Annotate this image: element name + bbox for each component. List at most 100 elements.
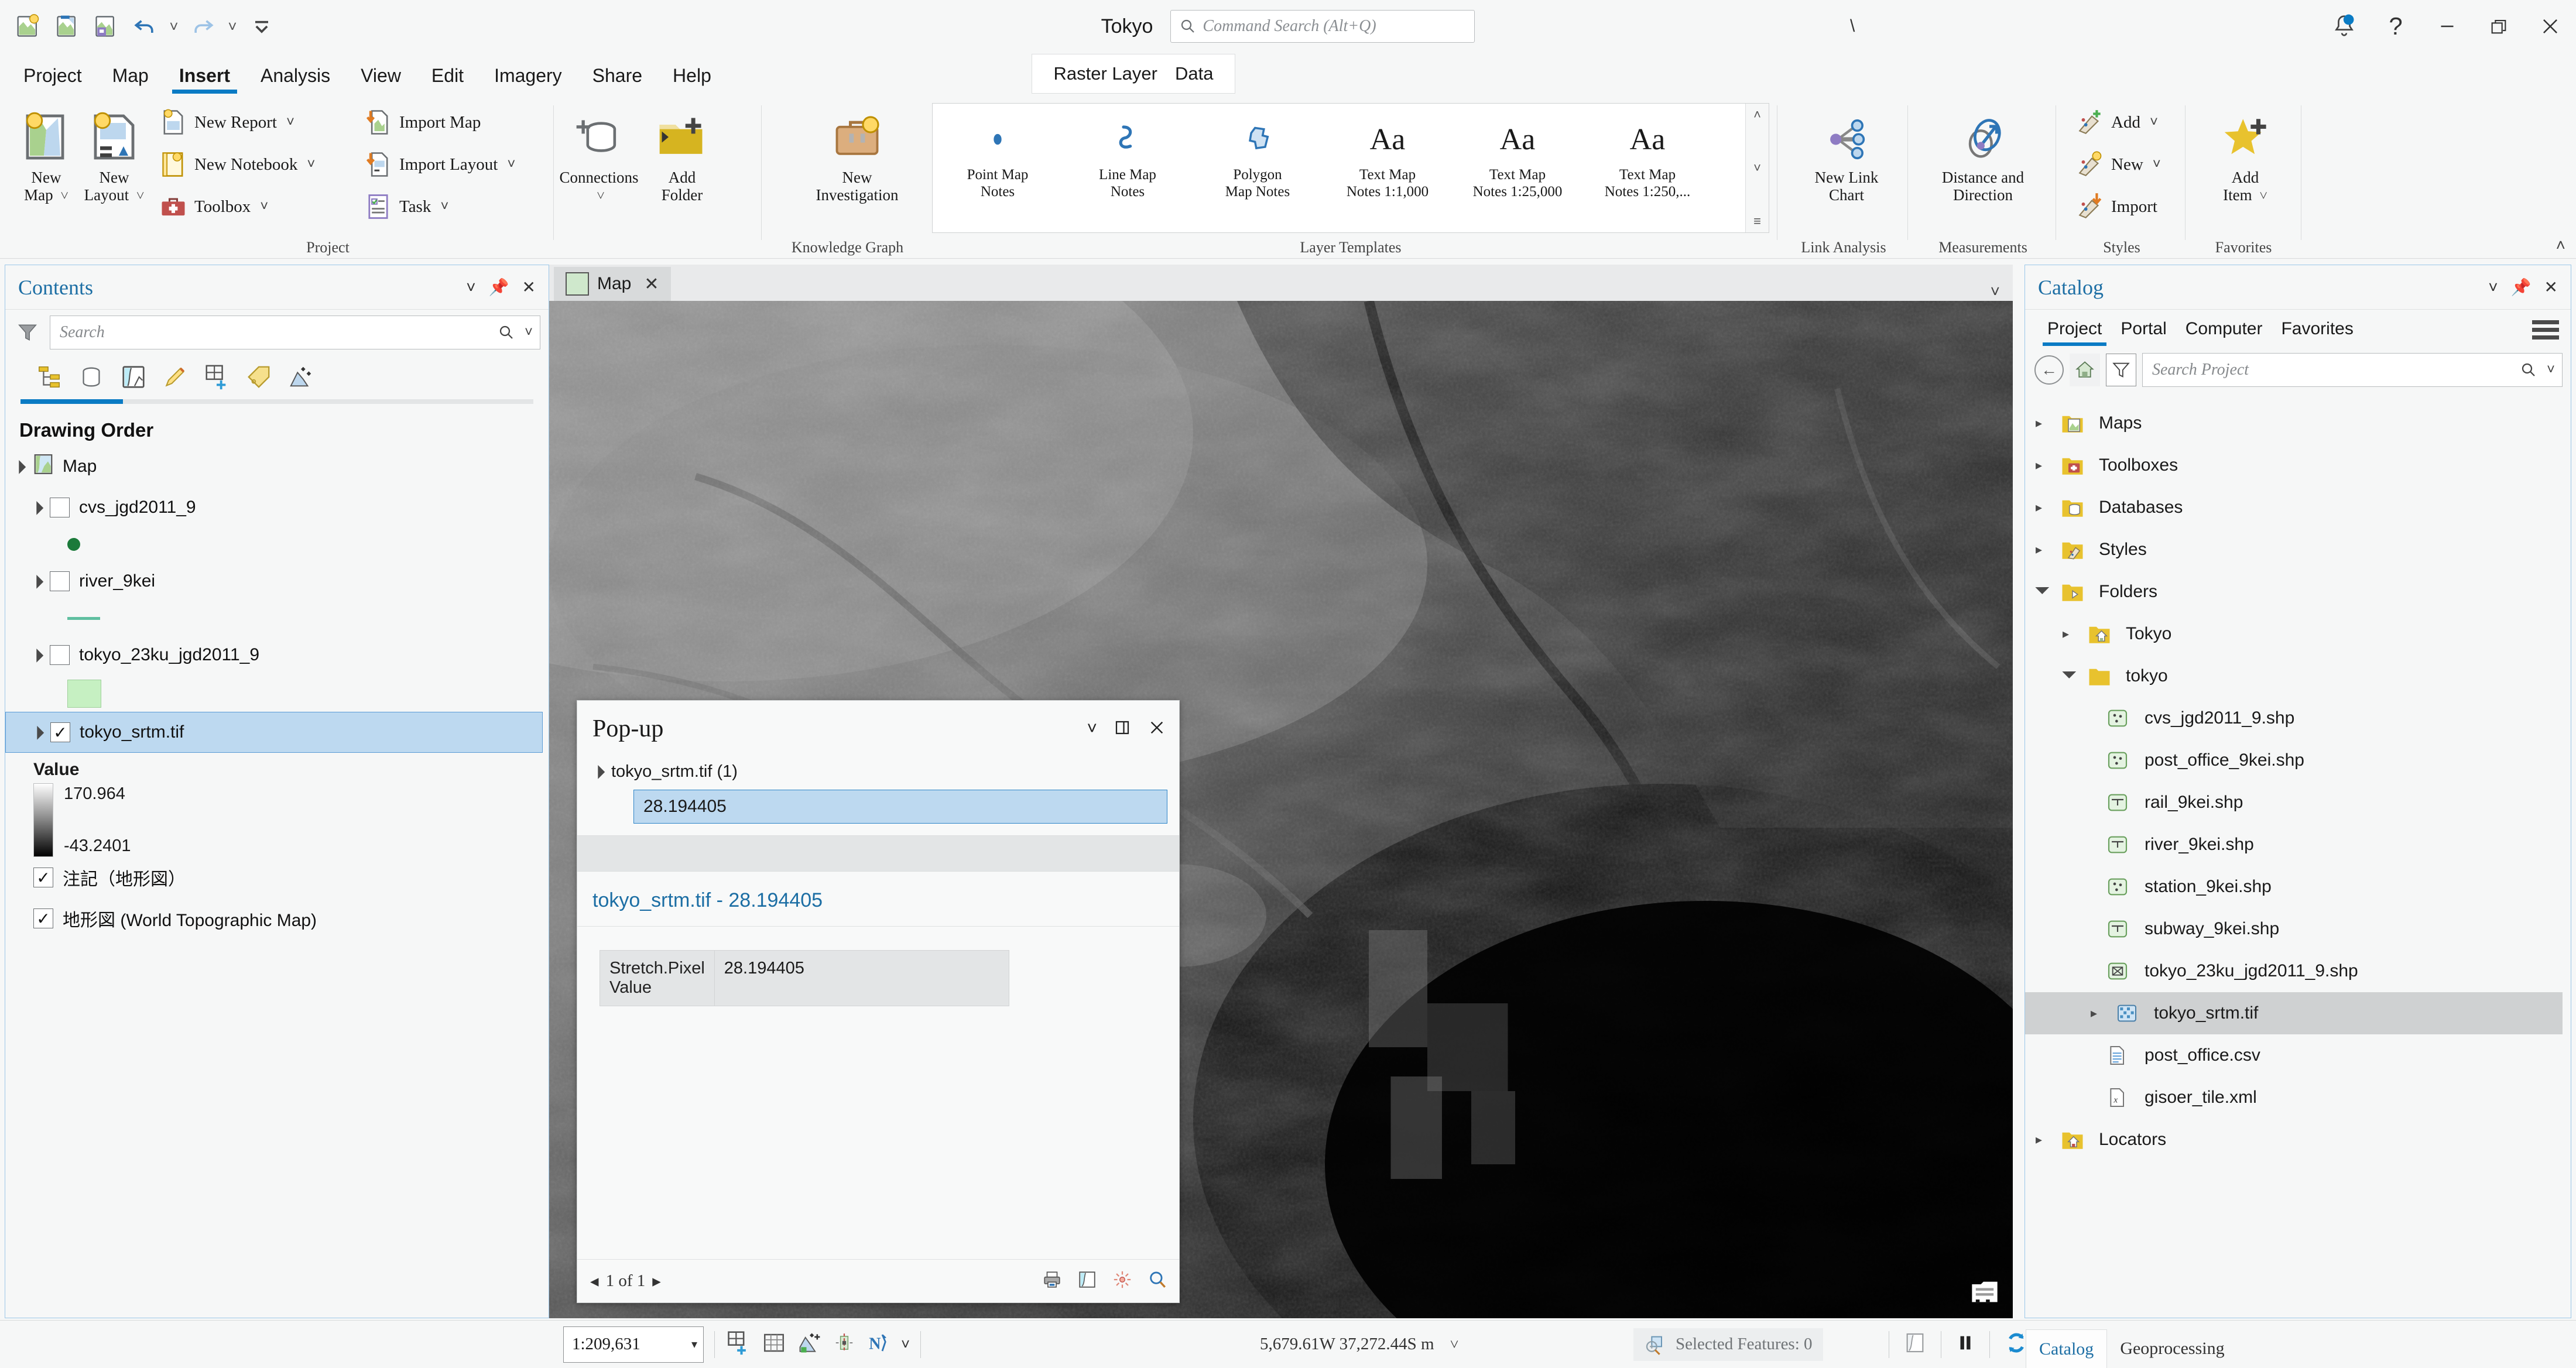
tab-imagery[interactable]: Imagery bbox=[479, 56, 577, 95]
zoom-to-icon[interactable] bbox=[1077, 1270, 1097, 1292]
catalog-item-locators[interactable]: ▸ Locators bbox=[2025, 1119, 2571, 1161]
catalog-item-tokyo_23ku_jgd2011_9-shp[interactable]: tokyo_23ku_jgd2011_9.shp bbox=[2025, 950, 2571, 992]
close-icon[interactable]: ✕ bbox=[644, 274, 659, 294]
previous-result-icon[interactable]: ◂ bbox=[590, 1271, 599, 1291]
gallery-scrollbar[interactable]: ˄ ˅ ≡ bbox=[1745, 104, 1769, 232]
chevron-down-icon[interactable]: ˅ bbox=[525, 324, 533, 341]
expand-triangle-icon[interactable]: ▸ bbox=[2091, 1006, 2115, 1021]
selected-features-indicator[interactable]: Selected Features: 0 bbox=[1633, 1328, 1823, 1361]
toc-item-river_9kei[interactable]: river_9kei bbox=[5, 561, 549, 602]
toolbox-button[interactable]: Toolbox ˅ bbox=[158, 188, 268, 225]
gallery-item-polygon-map-notes[interactable]: Polygon Map Notes bbox=[1193, 104, 1323, 201]
layer-checkbox[interactable]: ✓ bbox=[33, 868, 53, 887]
popup-selected-result[interactable]: 28.194405 bbox=[633, 790, 1167, 824]
toc-item-tokyo_23ku_jgd2011_9[interactable]: tokyo_23ku_jgd2011_9 bbox=[5, 635, 549, 676]
popup-result-link[interactable]: tokyo_srtm.tif - 28.194405 bbox=[577, 872, 1179, 926]
import-style-button[interactable]: Import bbox=[2076, 188, 2157, 225]
restore-button[interactable] bbox=[2473, 0, 2524, 53]
north-arrow-icon[interactable]: N bbox=[866, 1330, 890, 1359]
command-search-input[interactable]: Command Search (Alt+Q) bbox=[1170, 10, 1475, 43]
catalog-tab-computer[interactable]: Computer bbox=[2176, 313, 2272, 346]
gallery-item-line-map-notes[interactable]: Line Map Notes bbox=[1063, 104, 1193, 201]
expand-triangle-icon[interactable] bbox=[13, 459, 32, 474]
toc-item-cvs_jgd2011_9[interactable]: cvs_jgd2011_9 bbox=[5, 487, 549, 528]
measure-icon[interactable] bbox=[833, 1330, 855, 1359]
layer-checkbox[interactable]: ✓ bbox=[50, 722, 70, 742]
tab-view[interactable]: View bbox=[345, 56, 416, 95]
layer-templates-gallery[interactable]: Point Map Notes Line Map Notes Polygon M… bbox=[932, 103, 1769, 233]
expand-triangle-icon[interactable] bbox=[31, 574, 50, 589]
redo-dropdown-icon[interactable]: ˅ bbox=[224, 8, 241, 44]
map-extent-icon[interactable] bbox=[1903, 1331, 1927, 1357]
tab-project[interactable]: Project bbox=[8, 56, 97, 95]
map-layer-icon[interactable] bbox=[120, 364, 147, 393]
refresh-icon[interactable] bbox=[2004, 1331, 2029, 1358]
flash-icon[interactable] bbox=[1112, 1270, 1132, 1292]
new-project-icon[interactable] bbox=[11, 8, 47, 44]
catalog-item-gisoer_tile-xml[interactable]: x gisoer_tile.xml bbox=[2025, 1076, 2571, 1119]
undo-dropdown-icon[interactable]: ˅ bbox=[165, 8, 183, 44]
chevron-down-icon[interactable]: ˅ bbox=[2259, 188, 2267, 204]
catalog-tab-project[interactable]: Project bbox=[2038, 313, 2111, 346]
expand-triangle-icon[interactable] bbox=[592, 764, 611, 779]
labeling-icon[interactable] bbox=[245, 364, 272, 393]
chevron-down-icon[interactable]: ˅ bbox=[60, 188, 68, 204]
catalog-item-folders[interactable]: ◢ Folders bbox=[2025, 571, 2571, 613]
tab-data[interactable]: Data bbox=[1175, 63, 1213, 84]
expand-triangle-icon[interactable]: ▸ bbox=[2036, 458, 2060, 473]
pin-icon[interactable]: 📌 bbox=[2511, 277, 2532, 297]
close-icon[interactable]: ✕ bbox=[2544, 277, 2558, 297]
task-button[interactable]: Task ˅ bbox=[363, 188, 448, 225]
chevron-down-icon[interactable]: ˅ bbox=[2150, 114, 2158, 131]
new-link-chart-button[interactable]: New Link Chart bbox=[1806, 101, 1888, 204]
selection-icon[interactable] bbox=[287, 364, 314, 393]
layer-checkbox[interactable] bbox=[50, 645, 70, 665]
chevron-down-icon[interactable]: ˅ bbox=[1450, 1336, 1459, 1353]
help-icon[interactable]: ? bbox=[2370, 0, 2421, 53]
close-button[interactable] bbox=[2524, 0, 2576, 53]
chevron-down-icon[interactable]: ˅ bbox=[2488, 278, 2498, 297]
gallery-item-text-map-notes-25000[interactable]: Aa Text Map Notes 1:25,000 bbox=[1453, 104, 1582, 201]
filter-icon[interactable] bbox=[13, 320, 42, 345]
catalog-item-tokyo_srtm-tif[interactable]: ▸ tokyo_srtm.tif bbox=[2025, 992, 2563, 1034]
add-item-button[interactable]: Add Item ˅ bbox=[2204, 101, 2286, 204]
catalog-item-station_9kei-shp[interactable]: station_9kei.shp bbox=[2025, 866, 2571, 908]
home-icon[interactable] bbox=[2070, 354, 2100, 386]
chevron-down-icon[interactable]: ˅ bbox=[136, 188, 145, 204]
tab-raster-layer[interactable]: Raster Layer bbox=[1054, 63, 1157, 84]
scroll-up-icon[interactable]: ˄ bbox=[1753, 107, 1761, 122]
expand-triangle-icon[interactable]: ▸ bbox=[2036, 416, 2060, 431]
add-grid-icon[interactable] bbox=[725, 1330, 751, 1359]
catalog-item-rail_9kei-shp[interactable]: rail_9kei.shp bbox=[2025, 781, 2571, 824]
expand-triangle-icon[interactable]: ◢ bbox=[2034, 578, 2062, 606]
expand-triangle-icon[interactable]: ▸ bbox=[2063, 626, 2087, 642]
toc-item-map[interactable]: Map bbox=[5, 446, 549, 487]
tab-share[interactable]: Share bbox=[577, 56, 657, 95]
data-source-icon[interactable] bbox=[78, 364, 105, 393]
map-scale-selector[interactable]: 1:209,631 ▾ bbox=[563, 1326, 704, 1363]
catalog-item-post_office_9kei-shp[interactable]: post_office_9kei.shp bbox=[2025, 739, 2571, 781]
tab-insert[interactable]: Insert bbox=[164, 56, 245, 95]
expand-triangle-icon[interactable]: ◢ bbox=[2061, 662, 2089, 690]
gallery-item-point-map-notes[interactable]: Point Map Notes bbox=[933, 104, 1063, 201]
gallery-item-text-map-notes-1000[interactable]: Aa Text Map Notes 1:1,000 bbox=[1323, 104, 1453, 201]
magnifier-icon[interactable] bbox=[1147, 1270, 1167, 1292]
chevron-down-icon[interactable]: ˅ bbox=[2153, 156, 2161, 173]
tab-edit[interactable]: Edit bbox=[416, 56, 479, 95]
chevron-down-icon[interactable]: ˅ bbox=[507, 156, 515, 173]
new-style-button[interactable]: New ˅ bbox=[2076, 146, 2161, 183]
open-project-icon[interactable] bbox=[49, 8, 85, 44]
search-icon[interactable] bbox=[498, 324, 515, 341]
import-layout-button[interactable]: Import Layout ˅ bbox=[363, 146, 515, 183]
catalog-item-tokyo[interactable]: ◢ tokyo bbox=[2025, 655, 2571, 697]
expand-triangle-icon[interactable] bbox=[31, 647, 50, 663]
customize-qat-icon[interactable] bbox=[244, 8, 280, 44]
chevron-down-icon[interactable]: ˅ bbox=[307, 156, 315, 173]
layer-checkbox[interactable] bbox=[50, 498, 70, 517]
catalog-menu-icon[interactable] bbox=[2532, 320, 2563, 340]
snapping-icon[interactable] bbox=[203, 364, 230, 393]
chevron-down-icon[interactable]: ˅ bbox=[1087, 719, 1097, 739]
save-project-icon[interactable] bbox=[88, 8, 124, 44]
tab-help[interactable]: Help bbox=[657, 56, 727, 95]
add-folder-button[interactable]: Add Folder bbox=[644, 101, 720, 204]
